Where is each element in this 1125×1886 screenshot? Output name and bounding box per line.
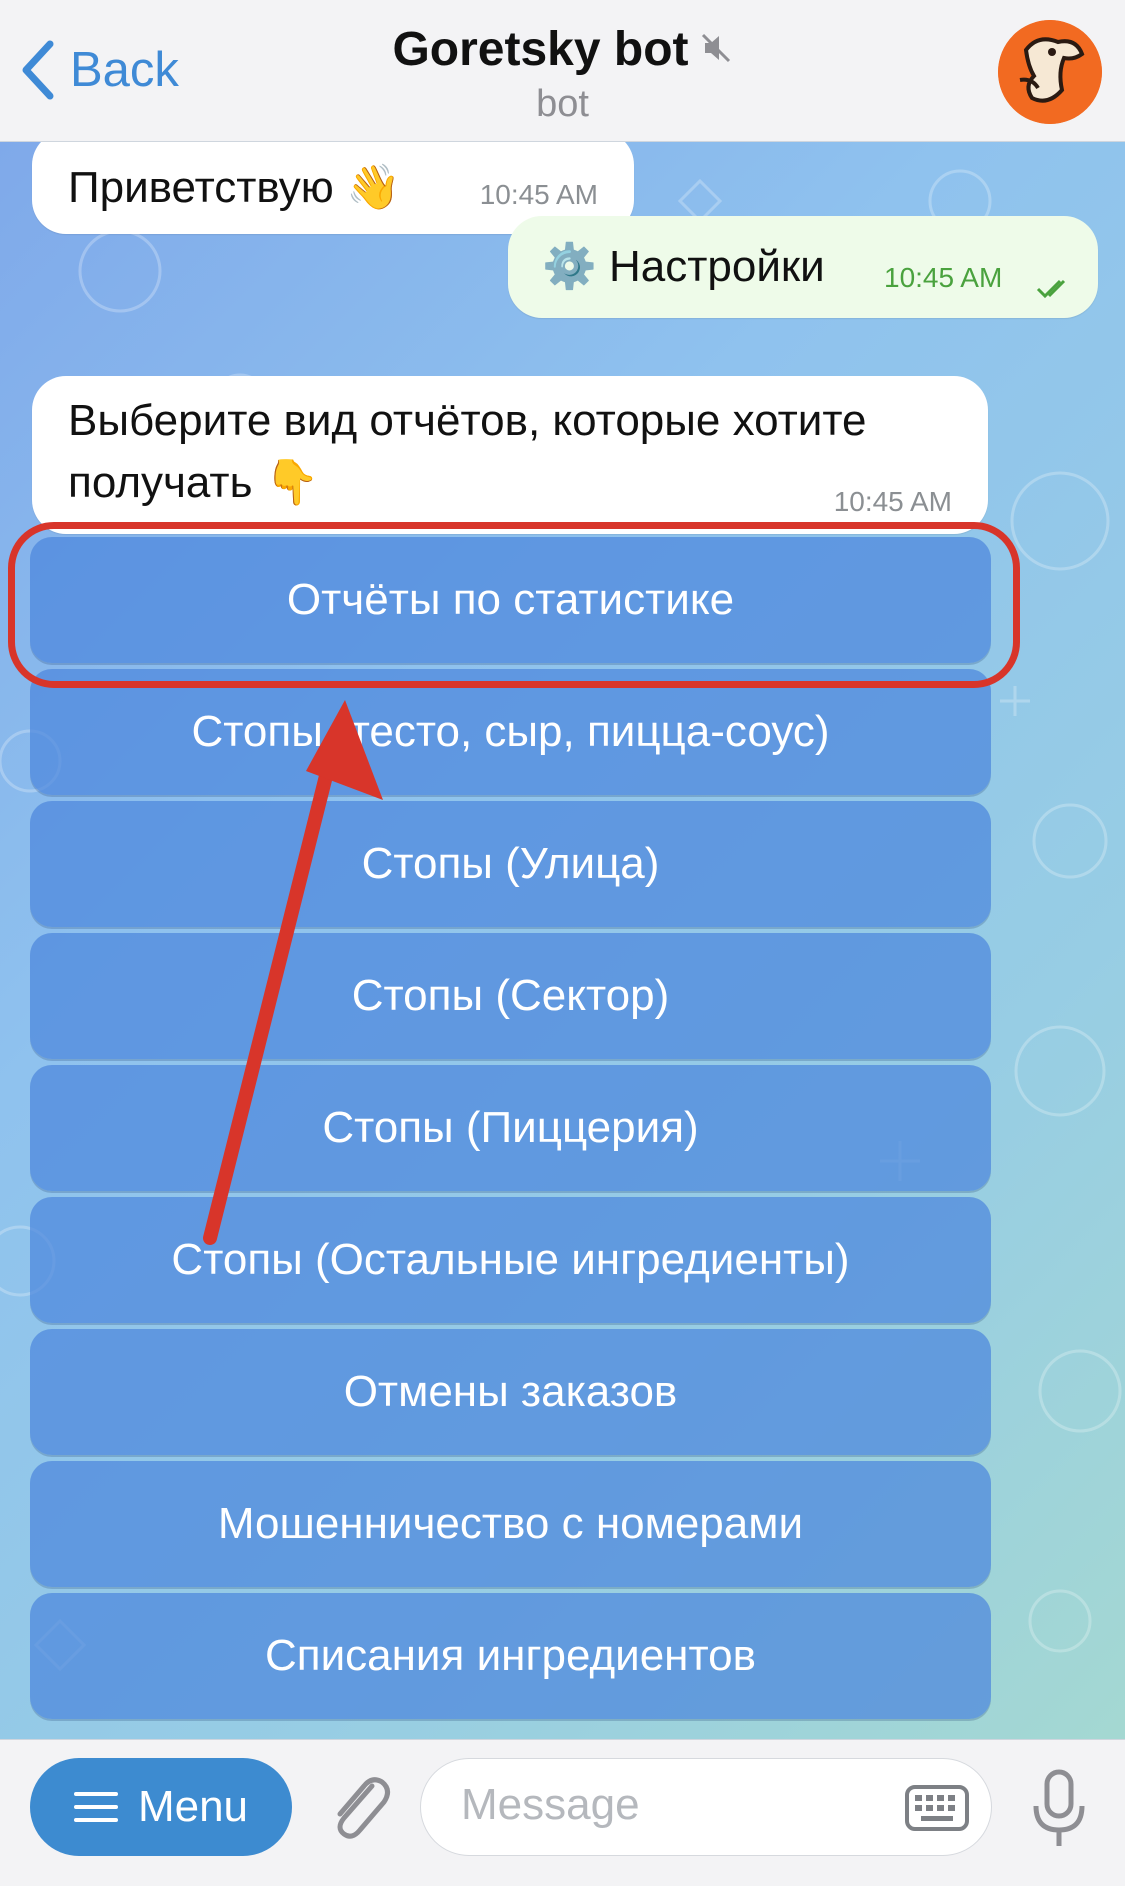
chat-subtitle: bot: [536, 83, 589, 125]
annotation-arrow: [203, 700, 383, 1245]
chat-title-area[interactable]: Goretsky bot bot: [0, 22, 1125, 126]
chat-title: Goretsky bot: [392, 23, 689, 76]
muted-icon: [699, 22, 733, 77]
bot-avatar[interactable]: [998, 20, 1102, 124]
chat-header: Back Goretsky bot bot: [0, 0, 1125, 142]
